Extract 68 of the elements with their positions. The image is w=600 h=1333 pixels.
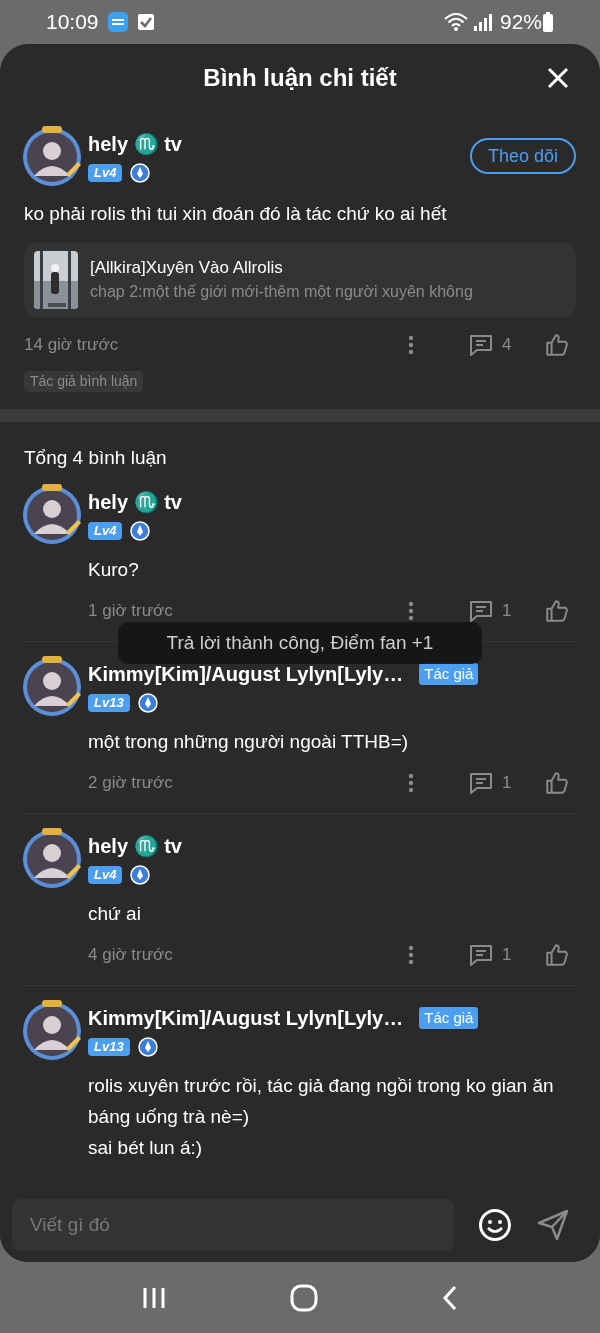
like-icon[interactable] xyxy=(544,770,570,796)
more-icon[interactable] xyxy=(408,945,414,965)
fan-badge-icon xyxy=(137,1037,158,1057)
author-badge: Tác giả xyxy=(419,1006,479,1030)
comment-input[interactable]: Viết gì đó xyxy=(12,1199,454,1251)
user-name[interactable]: hely ♏ tv xyxy=(88,831,182,861)
follow-button[interactable]: Theo dõi xyxy=(469,138,576,174)
fan-badge-icon xyxy=(130,521,151,541)
reply-count: 1 xyxy=(502,772,513,795)
avatar[interactable] xyxy=(20,482,84,546)
comment-icon[interactable] xyxy=(468,943,494,967)
comment-time: 14 giờ trước xyxy=(24,333,119,356)
avatar[interactable] xyxy=(20,998,84,1062)
comment-icon[interactable] xyxy=(468,771,494,795)
back-icon[interactable] xyxy=(440,1283,459,1312)
more-icon[interactable] xyxy=(408,773,414,793)
replies-count: Tổng 4 bình luận xyxy=(24,446,167,468)
send-icon[interactable] xyxy=(536,1208,570,1242)
level-badge: Lv13 xyxy=(88,694,130,712)
author-badge: Tác giả xyxy=(419,662,479,686)
home-icon[interactable] xyxy=(290,1283,318,1312)
reply-text: chứ ai xyxy=(88,902,142,926)
chapter-title: chap 2:một thế giới mới-thêm một người xuyên không xyxy=(90,282,473,303)
reply-text: Kuro? xyxy=(88,558,140,582)
comment-text: ko phải rolis thì tui xin đoán đó là tác chứ ko ai hết xyxy=(24,202,448,226)
author-comment-tag: Tác giả bình luận xyxy=(24,370,144,392)
comment-time: 4 giờ trước xyxy=(88,944,173,967)
toast-message: Trả lời thành công, Điểm fan +1 xyxy=(166,630,434,655)
emoji-icon[interactable] xyxy=(478,1208,512,1242)
wifi-icon xyxy=(443,12,468,32)
user-name[interactable]: hely ♏ tv xyxy=(88,487,182,517)
recent-apps-icon[interactable] xyxy=(141,1285,168,1310)
work-title: [Allkira]Xuyên Vào Allrolis xyxy=(90,256,284,279)
battery-icon xyxy=(542,11,554,33)
level-badge: Lv4 xyxy=(88,866,123,884)
reply-text: một trong những người ngoài TTHB=) xyxy=(88,730,410,754)
battery-percent: 92% xyxy=(499,9,542,36)
comment-icon[interactable] xyxy=(468,332,494,357)
avatar[interactable] xyxy=(20,826,84,890)
user-name[interactable]: hely ♏ tv xyxy=(88,129,182,159)
like-icon[interactable] xyxy=(544,331,570,358)
level-badge: Lv4 xyxy=(88,522,123,540)
close-icon[interactable] xyxy=(546,66,570,90)
avatar[interactable] xyxy=(20,124,84,188)
avatar[interactable] xyxy=(20,654,84,718)
user-name[interactable]: Kimmy[Kim]/August Lylyn[Lyly… xyxy=(88,1003,404,1033)
checkbox-icon xyxy=(136,13,155,31)
like-icon[interactable] xyxy=(544,598,570,624)
reply-text: rolis xuyên trước rồi, tác giả đang ngồi trong ko gian ăn báng uống trà nè=) sai bét lun á:) xyxy=(88,1074,555,1160)
signal-icon xyxy=(471,12,492,32)
reply-count: 1 xyxy=(502,600,513,623)
work-card[interactable]: [Allkira]Xuyên Vào Allrolis chap 2:một thế giới mới-thêm một người xuyên không xyxy=(24,242,576,317)
app-icon xyxy=(106,11,129,33)
reply-count: 1 xyxy=(502,944,513,967)
like-icon[interactable] xyxy=(544,942,570,968)
clock: 10:09 xyxy=(46,9,99,36)
fan-badge-icon xyxy=(137,693,158,713)
sheet-title: Bình luận chi tiết xyxy=(203,63,397,93)
fan-badge-icon xyxy=(130,865,151,885)
level-badge: Lv13 xyxy=(88,1038,130,1056)
comment-time: 1 giờ trước xyxy=(88,600,173,623)
fan-badge-icon xyxy=(130,163,151,183)
comment-icon[interactable] xyxy=(468,599,494,623)
level-badge: Lv4 xyxy=(88,164,123,182)
more-icon[interactable] xyxy=(408,601,414,621)
reply-count: 4 xyxy=(502,333,513,356)
comment-time: 2 giờ trước xyxy=(88,772,173,795)
more-icon[interactable] xyxy=(408,334,414,355)
